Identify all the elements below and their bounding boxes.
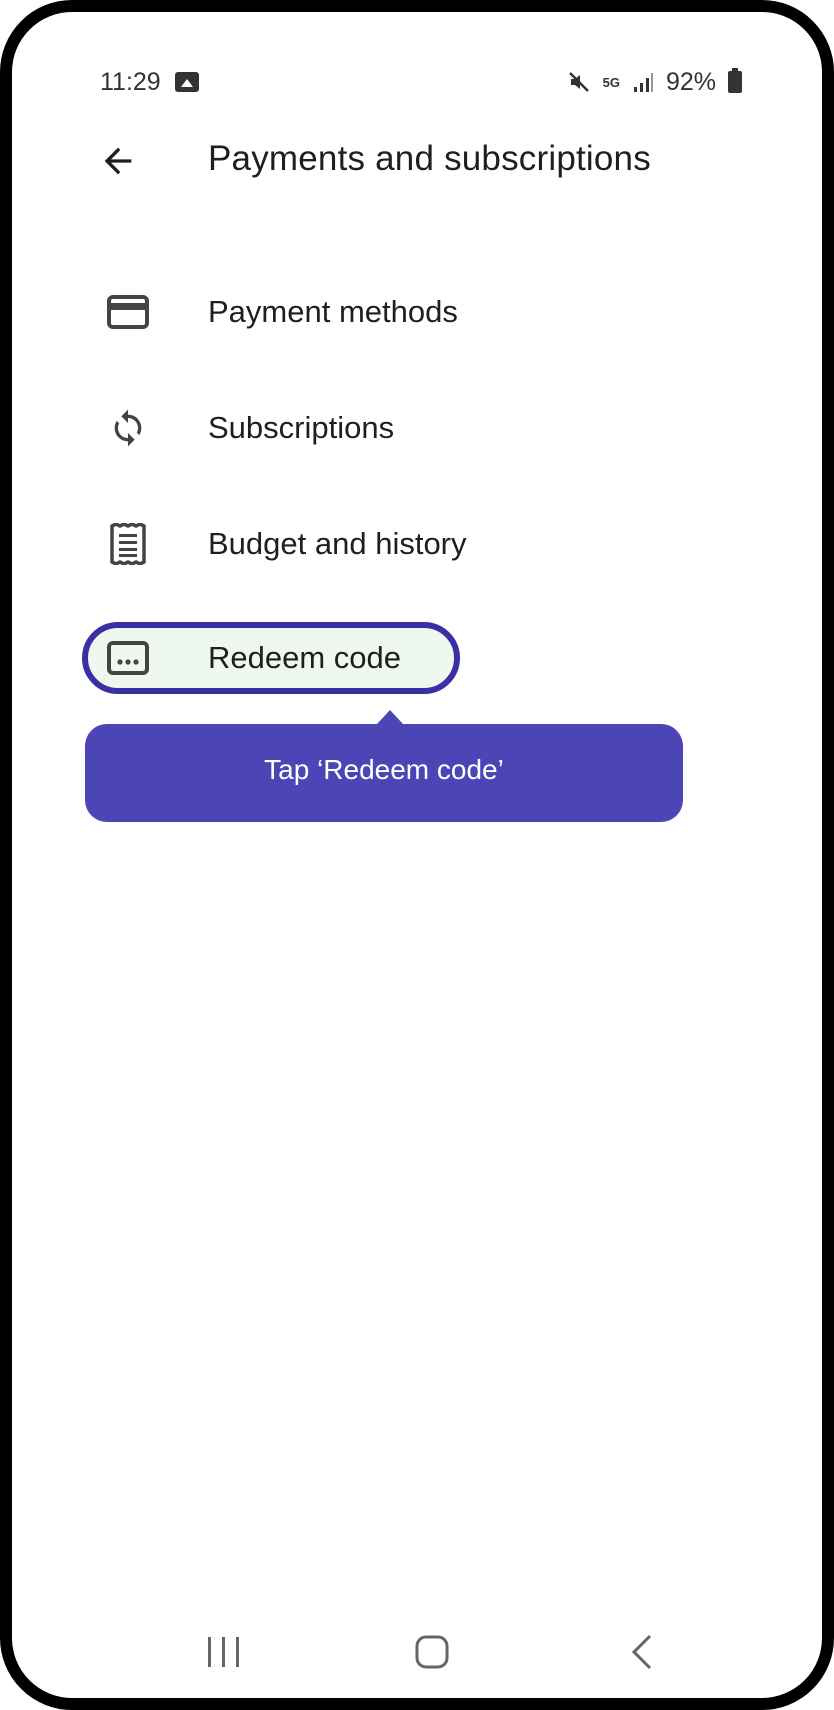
battery-percent: 92%	[665, 67, 716, 96]
menu-item-label: Redeem code	[208, 640, 402, 675]
image-notification-icon	[174, 72, 199, 92]
back-nav-button[interactable]	[612, 1622, 672, 1682]
menu-item-budget-history[interactable]: Budget and history	[92, 504, 712, 584]
status-bar-left: 11:29	[100, 64, 199, 100]
recent-apps-icon	[208, 1637, 239, 1667]
arrow-back-icon[interactable]	[98, 141, 138, 181]
home-icon	[415, 1635, 449, 1669]
status-bar-right: 5G 92%	[567, 64, 742, 100]
app-bar: Payments and subscriptions	[12, 127, 822, 197]
phone-frame: 11:29 5G 92% Payments and subscriptions	[0, 0, 834, 1710]
redeem-code-icon	[106, 636, 150, 680]
signal-icon	[633, 73, 653, 92]
recent-apps-button[interactable]	[194, 1622, 254, 1682]
receipt-icon	[106, 522, 150, 566]
menu-item-redeem-code[interactable]: Redeem code	[92, 618, 460, 698]
mute-icon	[568, 72, 589, 92]
tooltip-text: Tap ‘Redeem code’	[264, 754, 504, 785]
chevron-left-icon	[631, 1634, 652, 1670]
menu-item-label: Payment methods	[208, 294, 458, 329]
menu-item-label: Subscriptions	[208, 410, 395, 445]
credit-card-icon	[106, 290, 150, 334]
menu-item-subscriptions[interactable]: Subscriptions	[92, 388, 712, 468]
menu-item-payment-methods[interactable]: Payment methods	[92, 272, 712, 352]
home-button[interactable]	[402, 1622, 462, 1682]
battery-icon	[728, 68, 742, 93]
page-title: Payments and subscriptions	[208, 139, 651, 178]
instruction-tooltip: Tap ‘Redeem code’	[85, 710, 683, 822]
network-icon: 5G	[602, 74, 620, 90]
system-nav-bar	[12, 1622, 822, 1682]
status-time: 11:29	[100, 67, 161, 96]
menu-item-label: Budget and history	[208, 526, 467, 561]
sync-icon	[106, 406, 150, 450]
